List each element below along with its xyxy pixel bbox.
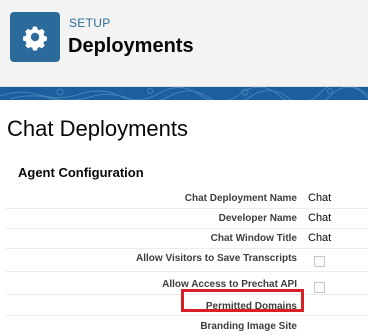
setup-breadcrumb[interactable]: SETUP: [69, 16, 111, 30]
field-label: Allow Visitors to Save Transcripts: [136, 253, 297, 264]
detail-list: Chat Deployment Name Chat Developer Name…: [6, 189, 368, 336]
field-value: Chat: [308, 192, 332, 204]
field-label: Chat Deployment Name: [184, 193, 297, 204]
detail-row: Branding Image Site: [6, 316, 368, 336]
highlight-box: [181, 289, 304, 312]
detail-row: Chat Window Title Chat: [6, 229, 368, 249]
header-title: Deployments: [68, 35, 194, 57]
detail-row: Allow Visitors to Save Transcripts: [6, 249, 368, 272]
field-value: Chat: [308, 212, 332, 224]
decorative-banner: [0, 87, 368, 100]
prechat-api-checkbox[interactable]: [314, 282, 325, 293]
section-title: Agent Configuration: [18, 165, 144, 180]
gear-icon: [10, 12, 60, 62]
page-title: Chat Deployments: [7, 116, 188, 141]
field-label: Chat Window Title: [210, 233, 297, 244]
field-value: Chat: [308, 232, 332, 244]
field-label: Branding Image Site: [200, 321, 297, 332]
save-transcripts-checkbox[interactable]: [314, 256, 325, 267]
detail-row: Chat Deployment Name Chat: [6, 189, 368, 209]
field-label: Developer Name: [218, 213, 297, 224]
setup-header: SETUP Deployments: [0, 0, 368, 87]
detail-row: Developer Name Chat: [6, 209, 368, 229]
